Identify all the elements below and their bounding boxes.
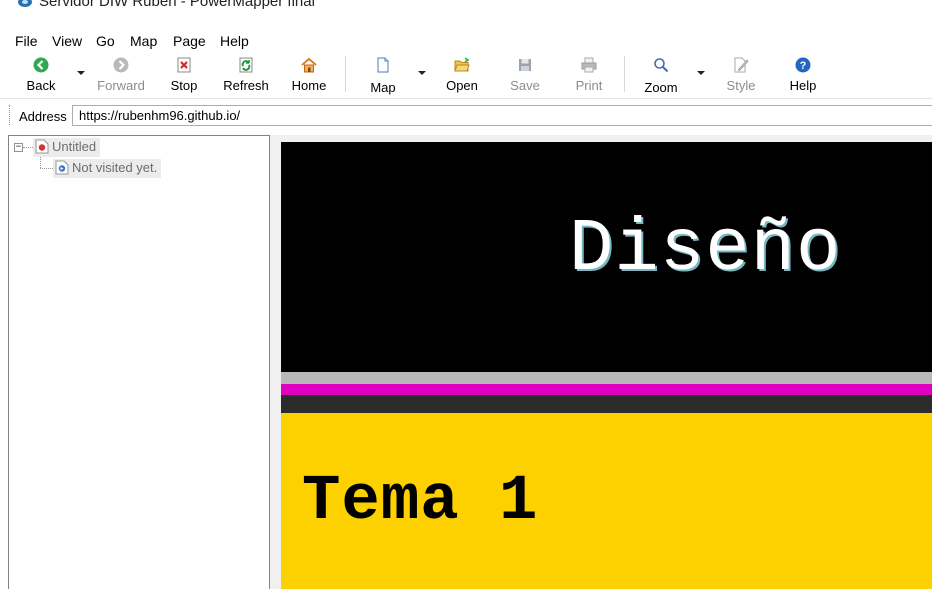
toolbar: Back Forward Stop Refresh Home Map Open …	[0, 52, 932, 99]
stop-label: Stop	[170, 78, 198, 93]
save-button[interactable]: Save	[505, 54, 545, 96]
magnifier-icon	[654, 58, 669, 73]
stop-button[interactable]: Stop	[164, 54, 204, 96]
help-icon: ?	[795, 57, 811, 73]
menu-bar: File View Go Map Page Help	[0, 30, 932, 52]
tree-connector	[40, 168, 53, 169]
window-title: Servidor DIW Rubén - PowerMapper final	[39, 0, 315, 10]
save-icon	[519, 59, 531, 71]
tree-collapse-toggle[interactable]: −	[14, 143, 23, 152]
map-icon	[377, 57, 389, 73]
tree-node-not-visited[interactable]: Not visited yet.	[53, 159, 162, 178]
rendered-page: Diseño Tema 1	[281, 142, 932, 589]
print-label: Print	[575, 78, 603, 93]
page-heading: Diseño	[569, 208, 842, 292]
help-button[interactable]: ? Help	[783, 54, 823, 96]
home-label: Home	[291, 78, 327, 93]
menu-go[interactable]: Go	[96, 33, 115, 49]
page-preview-pane[interactable]: Diseño Tema 1	[276, 135, 932, 589]
back-arrow-icon	[33, 57, 49, 73]
back-button[interactable]: Back	[18, 54, 64, 96]
map-label: Map	[370, 80, 396, 95]
open-label: Open	[446, 78, 478, 93]
svg-text:?: ?	[800, 60, 807, 72]
menu-view[interactable]: View	[52, 33, 82, 49]
map-button[interactable]: Map	[362, 54, 404, 96]
open-button[interactable]: Open	[441, 54, 483, 96]
stop-icon	[177, 57, 191, 73]
printer-icon	[581, 57, 597, 73]
address-bar-grip[interactable]	[9, 105, 13, 125]
refresh-icon	[239, 57, 253, 73]
tree-node-label: Not visited yet.	[72, 160, 158, 175]
zoom-label: Zoom	[644, 80, 678, 95]
forward-label: Forward	[97, 78, 145, 93]
style-icon	[734, 57, 749, 73]
page-header: Diseño	[281, 142, 932, 372]
print-button[interactable]: Print	[569, 54, 609, 96]
address-bar: Address	[0, 99, 932, 132]
zoom-button[interactable]: Zoom	[638, 54, 684, 96]
home-icon	[301, 57, 317, 73]
style-label: Style	[726, 78, 756, 93]
divider-stripe-magenta	[281, 384, 932, 395]
toolbar-separator	[624, 56, 625, 92]
help-label: Help	[789, 78, 817, 93]
forward-button[interactable]: Forward	[92, 54, 150, 96]
save-label: Save	[510, 78, 540, 93]
menu-file[interactable]: File	[15, 33, 38, 49]
topic-title: Tema 1	[302, 466, 539, 538]
refresh-button[interactable]: Refresh	[219, 54, 273, 96]
tree-node-label: Untitled	[52, 139, 97, 154]
folder-open-icon	[454, 57, 470, 72]
menu-page[interactable]: Page	[173, 33, 206, 49]
window-titlebar: Servidor DIW Rubén - PowerMapper final	[0, 0, 932, 30]
page-error-icon	[35, 139, 49, 154]
style-button[interactable]: Style	[720, 54, 762, 96]
address-label: Address	[19, 109, 67, 124]
forward-arrow-icon	[113, 57, 129, 73]
home-button[interactable]: Home	[286, 54, 332, 96]
menu-map[interactable]: Map	[130, 33, 157, 49]
divider-stripe-dark	[281, 395, 932, 413]
map-dropdown-icon[interactable]	[418, 71, 426, 75]
tree-node-untitled[interactable]: Untitled	[33, 138, 101, 157]
menu-help[interactable]: Help	[220, 33, 249, 49]
site-tree-pane[interactable]: − Untitled Not visited yet.	[8, 135, 270, 589]
refresh-label: Refresh	[223, 78, 269, 93]
divider-stripe-grey	[281, 372, 932, 384]
topic-section: Tema 1	[281, 413, 932, 589]
app-icon	[18, 0, 32, 7]
address-input[interactable]	[72, 105, 932, 126]
zoom-dropdown-icon[interactable]	[697, 71, 705, 75]
toolbar-separator	[345, 56, 346, 92]
tree-connector	[23, 147, 33, 148]
page-pending-icon	[55, 160, 69, 175]
back-dropdown-icon[interactable]	[77, 71, 85, 75]
back-label: Back	[26, 78, 56, 93]
